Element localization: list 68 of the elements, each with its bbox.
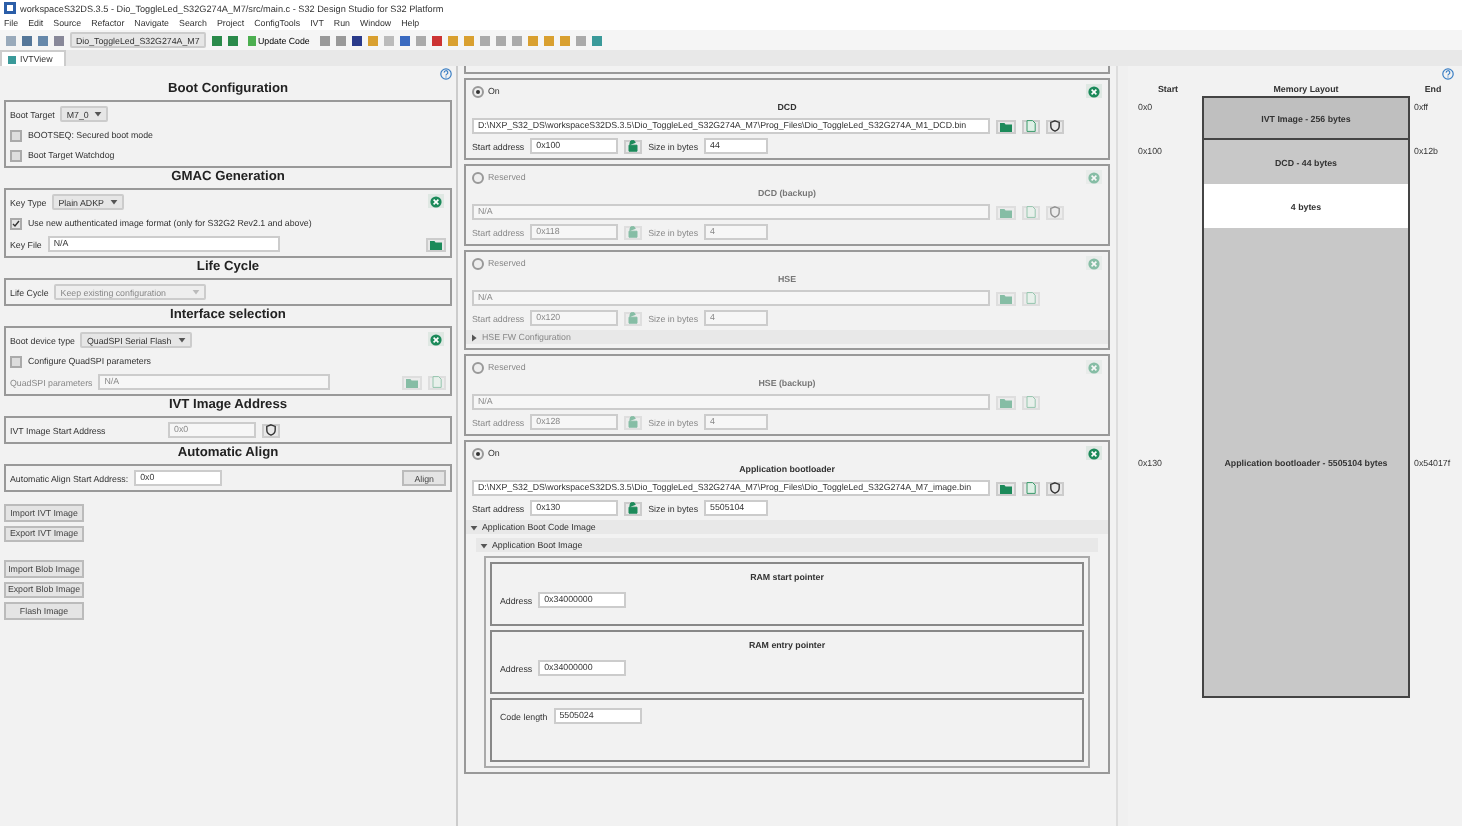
file-icon bbox=[1026, 482, 1036, 494]
radio-button[interactable] bbox=[472, 257, 484, 269]
browse-button[interactable] bbox=[996, 395, 1016, 409]
clear-button[interactable] bbox=[1086, 446, 1102, 460]
checkbox[interactable] bbox=[10, 217, 22, 229]
file-icon bbox=[1026, 120, 1036, 132]
shield-icon bbox=[1050, 482, 1060, 494]
file-button[interactable] bbox=[1022, 395, 1040, 409]
file-icon bbox=[1026, 292, 1036, 304]
folder-icon bbox=[1000, 121, 1012, 131]
lock-button[interactable] bbox=[624, 415, 643, 429]
lock-button[interactable] bbox=[624, 225, 643, 239]
shield-icon bbox=[1050, 120, 1060, 132]
clear-button[interactable] bbox=[1086, 84, 1102, 98]
radio-button[interactable] bbox=[472, 447, 484, 459]
browse-button[interactable] bbox=[996, 481, 1016, 495]
file-icon bbox=[1026, 206, 1036, 218]
clear-button[interactable] bbox=[428, 194, 444, 208]
shield-icon bbox=[1050, 206, 1060, 218]
shield-button[interactable] bbox=[262, 423, 280, 437]
folder-icon bbox=[1000, 207, 1012, 217]
file-button[interactable] bbox=[1022, 481, 1040, 495]
folder-icon bbox=[1000, 483, 1012, 493]
folder-icon bbox=[430, 239, 442, 249]
lock-icon bbox=[628, 140, 639, 152]
caret-down-icon bbox=[94, 110, 103, 118]
lock-button[interactable] bbox=[624, 139, 643, 153]
file-icon bbox=[1026, 396, 1036, 408]
lock-icon bbox=[628, 502, 639, 514]
clear-button[interactable] bbox=[1086, 256, 1102, 270]
lock-icon bbox=[628, 226, 639, 238]
help-icon[interactable] bbox=[440, 67, 452, 79]
caret-down-icon bbox=[177, 336, 186, 344]
folder-icon bbox=[1000, 397, 1012, 407]
browse-button[interactable] bbox=[426, 237, 446, 251]
radio-button[interactable] bbox=[472, 171, 484, 183]
caret-down-icon bbox=[480, 541, 488, 549]
shield-button[interactable] bbox=[1046, 481, 1064, 495]
file-button[interactable] bbox=[1022, 205, 1040, 219]
checkbox[interactable] bbox=[10, 129, 22, 141]
shield-icon bbox=[266, 424, 276, 436]
browse-button[interactable] bbox=[996, 205, 1016, 219]
lock-icon bbox=[628, 416, 639, 428]
lock-button[interactable] bbox=[624, 501, 643, 515]
checkbox[interactable] bbox=[10, 149, 22, 161]
radio-button[interactable] bbox=[472, 361, 484, 373]
clear-button[interactable] bbox=[428, 332, 444, 346]
file-button[interactable] bbox=[1022, 119, 1040, 133]
caret-down-icon bbox=[192, 288, 201, 296]
help-icon[interactable] bbox=[1442, 67, 1454, 79]
browse-button[interactable] bbox=[996, 119, 1016, 133]
file-icon bbox=[432, 376, 442, 388]
lock-icon bbox=[628, 312, 639, 324]
caret-down-icon bbox=[470, 523, 478, 531]
clear-button[interactable] bbox=[1086, 170, 1102, 184]
browse-button[interactable] bbox=[402, 375, 422, 389]
shield-button[interactable] bbox=[1046, 119, 1064, 133]
radio-button[interactable] bbox=[472, 85, 484, 97]
lock-button[interactable] bbox=[624, 311, 643, 325]
caret-right-icon bbox=[470, 333, 478, 341]
browse-button[interactable] bbox=[996, 291, 1016, 305]
folder-icon bbox=[1000, 293, 1012, 303]
caret-down-icon bbox=[109, 198, 118, 206]
file-button[interactable] bbox=[428, 375, 446, 389]
folder-icon bbox=[406, 377, 418, 387]
clear-button[interactable] bbox=[1086, 360, 1102, 374]
file-button[interactable] bbox=[1022, 291, 1040, 305]
checkbox[interactable] bbox=[10, 355, 22, 367]
